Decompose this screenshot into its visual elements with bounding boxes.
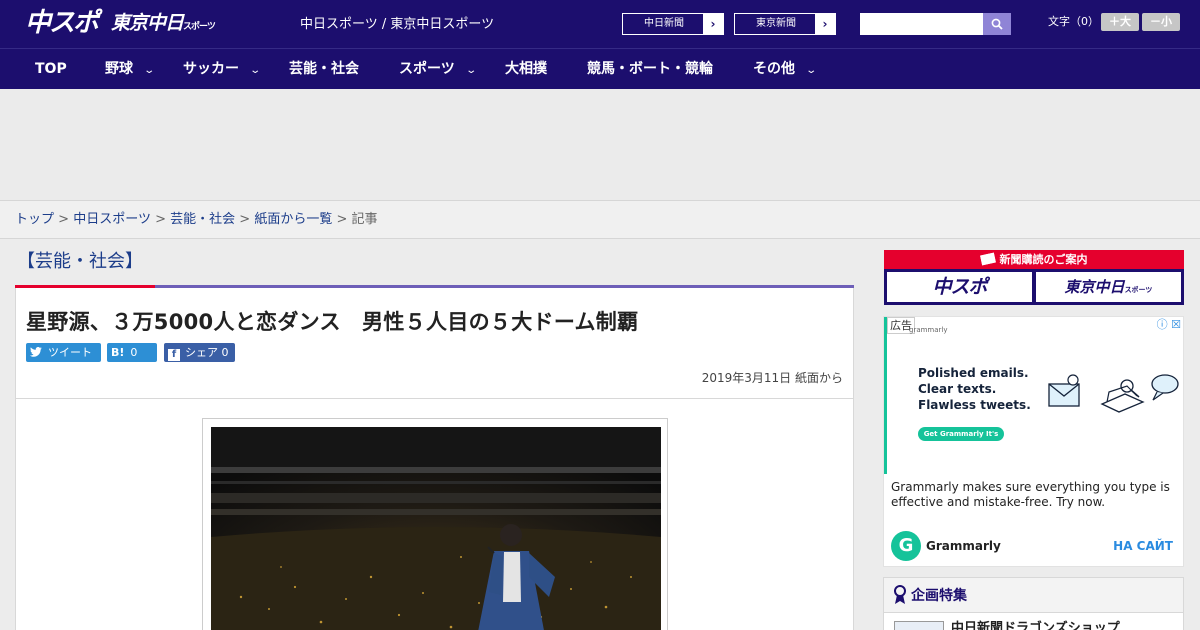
award-ribbon-icon <box>894 585 906 604</box>
font-size-decrease-button[interactable]: －小 <box>1142 13 1180 31</box>
breadcrumb-separator: > <box>58 212 70 227</box>
concert-photo-image <box>211 427 661 630</box>
article-date: 2019年3月11日 紙面から <box>701 371 843 385</box>
breadcrumb-bar: トップ > 中日スポーツ > 芸能・社会 > 紙面から一覧 > 記事 <box>0 200 1200 239</box>
hatena-bookmark-icon: B! <box>111 346 125 359</box>
feature-item-link[interactable]: 中日新聞ドラゴンズショップ <box>951 620 1120 630</box>
ad-copy-line: Polished emails. <box>918 366 1029 380</box>
hatena-count: 0 <box>130 346 138 359</box>
tokyo-subscribe-text: 東京中日 <box>1064 278 1125 296</box>
chunichi-shimbun-link[interactable]: 中日新聞 › <box>622 13 724 35</box>
main-nav: TOP 野球 ⌄ サッカー ⌄ 芸能・社会 スポーツ ⌄ 大相撲 競馬・ボート・競輪 … <box>0 48 1200 89</box>
search-icon <box>991 18 1003 30</box>
subscription-header[interactable]: 新聞購読のご案内 <box>884 250 1184 269</box>
nav-item-entertainment[interactable]: 芸能・社会 <box>289 49 359 89</box>
nav-item-label: スポーツ <box>399 61 455 77</box>
chevron-down-icon: ⌄ <box>143 65 156 76</box>
nav-item-racing[interactable]: 競馬・ボート・競輪 <box>587 49 713 89</box>
breadcrumb-link-entertainment[interactable]: 芸能・社会 <box>170 212 235 227</box>
ad-creative[interactable]: 広告 grammarly ⓘ ☒ Polished emails. Clear … <box>884 317 1183 474</box>
ad-copy-line: Flawless tweets. <box>918 398 1031 412</box>
breadcrumb-link-top[interactable]: トップ <box>15 212 54 227</box>
feature-title: 企画特集 <box>911 588 967 604</box>
tokyo-logo-text: 東京中日 <box>111 12 184 34</box>
chevron-right-icon: › <box>703 14 723 34</box>
tokyo-subscribe-small: スポーツ <box>1124 286 1153 294</box>
ad-brand-small: grammarly <box>909 326 948 334</box>
nav-item-soccer[interactable]: サッカー ⌄ <box>183 49 262 89</box>
nav-item-label: サッカー <box>183 61 239 77</box>
tokyo-shimbun-label: 東京新聞 <box>756 18 796 29</box>
nav-item-label: その他 <box>753 61 795 77</box>
sidebar-ad[interactable]: 広告 grammarly ⓘ ☒ Polished emails. Clear … <box>883 316 1184 567</box>
font-size-increase-button[interactable]: ＋大 <box>1101 13 1139 31</box>
article-photo[interactable] <box>211 427 661 630</box>
grammarly-logo-icon: G <box>891 531 921 561</box>
search-button[interactable] <box>983 13 1011 35</box>
ad-copy: Polished emails. Clear texts. Flawless t… <box>918 365 1031 413</box>
ad-cta-button[interactable]: Get Grammarly It's free <box>918 427 1004 452</box>
chevron-down-icon: ⌄ <box>249 65 262 76</box>
facebook-count: 0 <box>221 346 229 359</box>
ad-banner-area <box>0 89 1200 200</box>
subscription-title: 新聞購読のご案内 <box>999 253 1088 266</box>
chuspo-logo[interactable]: 中スポ <box>25 7 99 39</box>
newspaper-icon <box>979 252 996 266</box>
breadcrumb-separator: > <box>155 212 166 227</box>
feature-section: 企画特集 中日新聞ドラゴンズショップ <box>883 577 1184 630</box>
ad-copy-line: Clear texts. <box>918 382 997 396</box>
nav-item-sumo[interactable]: 大相撲 <box>505 49 547 89</box>
nav-item-label: TOP <box>35 61 67 77</box>
font-size-label: 文字（0） <box>1048 15 1099 28</box>
breadcrumb-link-paper-list[interactable]: 紙面から一覧 <box>254 212 332 227</box>
hatena-bookmark-button[interactable]: B! 0 <box>107 343 157 362</box>
tweet-label: ツイート <box>48 346 92 359</box>
twitter-icon <box>30 343 42 362</box>
feature-header: 企画特集 <box>884 578 1183 613</box>
tokyo-chunichi-subscribe-link[interactable]: 東京中日スポーツ <box>1036 272 1181 302</box>
divider <box>16 398 853 399</box>
article-card: 星野源、３万5000人と恋ダンス 男性５人目の５大ドーム制覇 ツイート B! 0 … <box>15 288 854 630</box>
breadcrumb-separator: > <box>239 212 251 227</box>
nav-item-baseball[interactable]: 野球 ⌄ <box>105 49 156 89</box>
search-input[interactable] <box>860 13 983 35</box>
nav-item-sports[interactable]: スポーツ ⌄ <box>399 49 477 89</box>
ad-description: Grammarly makes sure everything you type… <box>891 480 1170 509</box>
chuspo-subscribe-link[interactable]: 中スポ <box>887 272 1032 302</box>
facebook-share-button[interactable]: f シェア 0 <box>164 343 235 362</box>
facebook-icon: f <box>168 349 180 361</box>
breadcrumb-current: 記事 <box>351 212 378 227</box>
tokyo-chunichi-logo[interactable]: 東京中日スポーツ <box>111 11 216 39</box>
ad-advertiser: Grammarly <box>926 539 1001 553</box>
article-photo-frame <box>202 418 668 630</box>
tweet-button[interactable]: ツイート <box>26 343 101 362</box>
nav-item-label: 大相撲 <box>505 61 547 77</box>
subscription-box: 新聞購読のご案内 中スポ 東京中日スポーツ <box>884 250 1184 305</box>
breadcrumb-separator: > <box>336 212 348 227</box>
ad-close-icon[interactable]: ⓘ ☒ <box>1157 318 1181 331</box>
nav-item-label: 競馬・ボート・競輪 <box>587 61 713 77</box>
feature-thumbnail[interactable] <box>894 621 944 630</box>
site-header: 中スポ 東京中日スポーツ 中日スポーツ / 東京中日スポーツ 中日新聞 › 東京… <box>0 0 1200 48</box>
tokyo-shimbun-link[interactable]: 東京新聞 › <box>734 13 836 35</box>
article-headline: 星野源、３万5000人と恋ダンス 男性５人目の５大ドーム制覇 <box>26 310 639 334</box>
chevron-down-icon: ⌄ <box>805 65 818 76</box>
ad-visit-link[interactable]: НА САЙТ <box>1113 539 1173 554</box>
category-title: 【芸能・社会】 <box>17 251 143 272</box>
nav-item-label: 芸能・社会 <box>289 61 359 77</box>
chevron-down-icon: ⌄ <box>465 65 477 76</box>
facebook-share-label: シェア <box>185 346 218 359</box>
chevron-right-icon: › <box>815 14 835 34</box>
breadcrumb: トップ > 中日スポーツ > 芸能・社会 > 紙面から一覧 > 記事 <box>15 211 378 229</box>
nav-item-top[interactable]: TOP <box>35 49 67 89</box>
breadcrumb-link-chunichi-sports[interactable]: 中日スポーツ <box>73 212 151 227</box>
tokyo-logo-small: スポーツ <box>183 22 216 32</box>
nav-item-label: 野球 <box>105 61 133 77</box>
ad-illustration-icon <box>1048 374 1179 413</box>
chunichi-shimbun-label: 中日新聞 <box>644 18 684 29</box>
site-name: 中日スポーツ / 東京中日スポーツ <box>300 17 495 32</box>
nav-item-other[interactable]: その他 ⌄ <box>753 49 818 89</box>
